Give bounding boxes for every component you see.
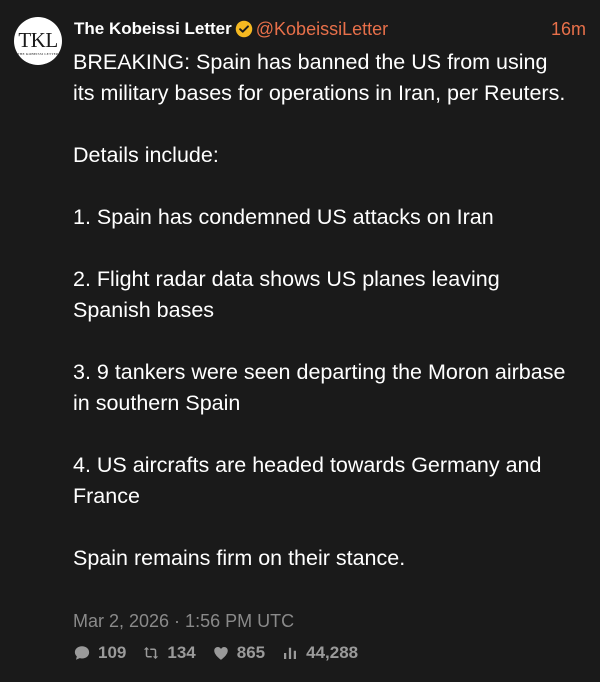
repost-button[interactable]: 134 <box>142 643 196 663</box>
verified-badge-icon <box>235 20 253 38</box>
post-paragraph: BREAKING: Spain has banned the US from u… <box>73 50 566 105</box>
reply-button[interactable]: 109 <box>73 643 126 663</box>
post-paragraph: 2. Flight radar data shows US planes lea… <box>73 267 500 322</box>
comment-icon <box>74 646 90 660</box>
post-paragraph: Details include: <box>73 143 219 167</box>
like-button[interactable]: 865 <box>212 643 265 663</box>
avatar-logo-subtitle: THE KOBEISSI LETTER <box>17 52 59 56</box>
views-button[interactable]: 44,288 <box>281 643 358 663</box>
heart-icon <box>214 647 228 660</box>
post-paragraph: Spain remains firm on their stance. <box>73 546 406 570</box>
like-count: 865 <box>236 643 266 662</box>
post-card: TKL THE KOBEISSI LETTER The Kobeissi Let… <box>0 0 600 682</box>
repost-icon <box>144 647 159 659</box>
engagement-bar: 109 134 865 44,288 <box>73 643 374 663</box>
author-display-name[interactable]: The Kobeissi Letter <box>74 19 232 39</box>
post-timestamp[interactable]: Mar 2, 2026 · 1:56 PM UTC <box>73 611 294 632</box>
post-paragraph: 3. 9 tankers were seen departing the Mor… <box>73 360 566 415</box>
post-paragraph: 4. US aircrafts are headed towards Germa… <box>73 453 542 508</box>
bar-chart-icon <box>284 647 297 659</box>
post-header: The Kobeissi Letter @KobeissiLetter 16m <box>74 16 586 42</box>
avatar-logo: TKL <box>18 28 58 52</box>
author-handle[interactable]: @KobeissiLetter <box>256 19 388 40</box>
post-time-ago[interactable]: 16m <box>551 19 586 40</box>
post-paragraph: 1. Spain has condemned US attacks on Ira… <box>73 205 494 229</box>
repost-count: 134 <box>167 643 196 662</box>
view-count: 44,288 <box>306 643 359 662</box>
avatar[interactable]: TKL THE KOBEISSI LETTER <box>14 17 62 65</box>
reply-count: 109 <box>98 643 127 662</box>
post-body: BREAKING: Spain has banned the US from u… <box>73 47 573 574</box>
